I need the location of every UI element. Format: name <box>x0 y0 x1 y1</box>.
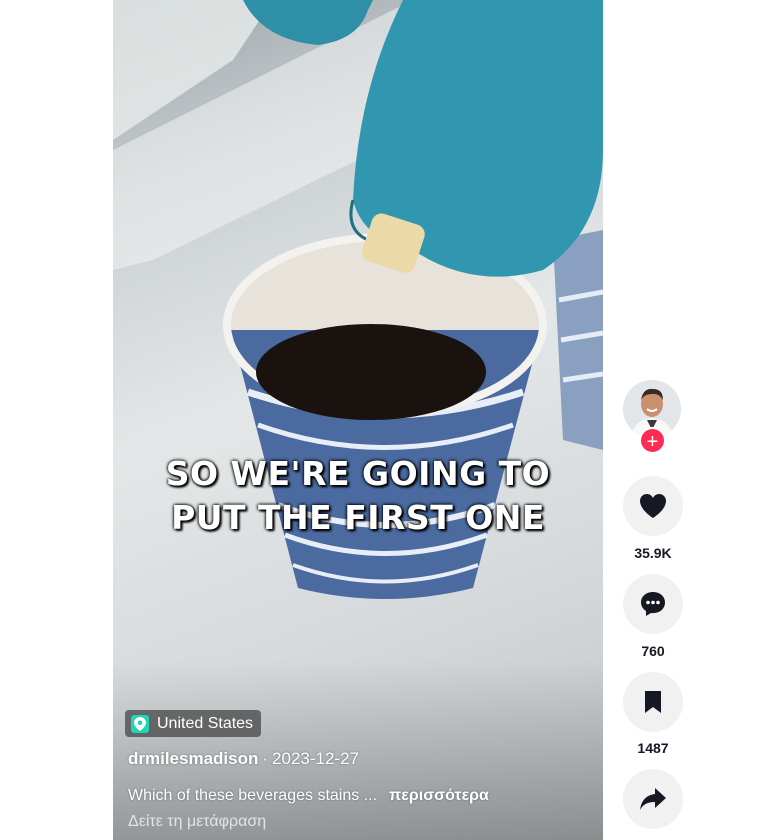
description-text: Which of these beverages stains ... <box>128 787 378 804</box>
like-count: 35.9K <box>634 545 672 561</box>
comment-icon <box>641 592 665 616</box>
comment-count: 760 <box>641 643 665 659</box>
video-player[interactable]: SO WE'RE GOING TO PUT THE FIRST ONE Unit… <box>113 0 603 840</box>
comment-button[interactable] <box>623 574 683 634</box>
more-button[interactable]: περισσότερα <box>389 787 489 804</box>
bookmark-icon <box>645 691 661 713</box>
post-description: Which of these beverages stains ... περισ… <box>128 787 489 805</box>
like-button[interactable] <box>623 476 683 536</box>
post-meta: drmilesmadison · 2023-12-27 <box>128 749 359 769</box>
location-pin-icon <box>131 714 149 733</box>
video-caption: SO WE'RE GOING TO PUT THE FIRST ONE <box>113 452 603 540</box>
location-label: United States <box>157 714 254 732</box>
post-date: 2023-12-27 <box>272 749 360 768</box>
save-count: 1487 <box>637 740 669 756</box>
share-button[interactable] <box>623 769 683 829</box>
author-username[interactable]: drmilesmadison <box>128 749 258 768</box>
save-button[interactable] <box>623 672 683 732</box>
meta-separator: · <box>262 749 269 768</box>
follow-button[interactable]: + <box>639 427 666 454</box>
caption-line-1: SO WE'RE GOING TO <box>165 454 551 493</box>
share-arrow-icon <box>640 788 666 810</box>
see-translation-link[interactable]: Δείτε τη μετάφραση <box>128 813 266 831</box>
location-tag[interactable]: United States <box>125 710 262 737</box>
action-rail: + 35.9K 760 1487 <box>620 0 686 840</box>
heart-icon <box>640 494 666 518</box>
caption-line-2: PUT THE FIRST ONE <box>171 498 545 537</box>
